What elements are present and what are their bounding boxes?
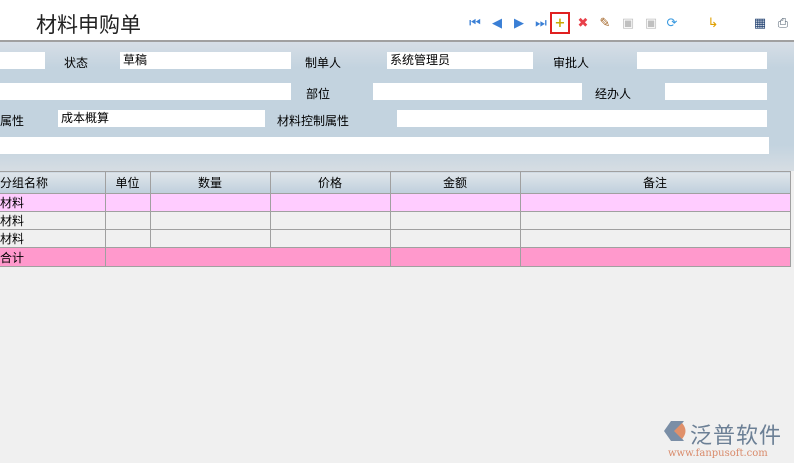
handler-field[interactable] [665,83,767,100]
material-control-label: 材料控制属性 [277,114,350,128]
table-cell[interactable] [269,229,391,248]
approver-field[interactable] [637,52,767,69]
col-unit[interactable]: 单位 [104,171,151,194]
logo-name: 泛普软件 [690,424,783,449]
attr-field[interactable]: 成本概算 [58,110,265,127]
prev-record-icon[interactable]: ◀ [489,15,505,31]
table-cell[interactable] [149,193,271,212]
table-cell[interactable] [519,211,791,230]
field-unnamed-2[interactable] [0,83,291,100]
remark-field[interactable] [0,137,769,154]
fanpu-logo: 泛普软件 www.fanpusoft.com [662,418,781,459]
table-cell[interactable] [519,229,791,248]
table-cell[interactable] [269,211,391,230]
logo-url: www.fanpusoft.com [668,448,768,459]
refresh-icon[interactable]: ⟳ [664,15,680,31]
table-cell[interactable]: 材料 [0,193,106,212]
total-row: 合计 [0,247,791,267]
table-row[interactable]: 材料 [0,193,791,212]
field-unnamed-1[interactable] [0,52,45,69]
table-cell[interactable] [104,229,151,248]
unapprove-icon[interactable]: ▣ [643,15,659,31]
logo-icon [664,421,686,441]
delete-icon[interactable]: ✖ [575,15,591,31]
table-cell[interactable] [149,229,271,248]
form-panel: 状态 草稿 制单人 系统管理员 审批人 部位 经办人 属性 成本概算 材料控制属… [0,42,794,171]
total-remark [519,247,791,267]
handler-label: 经办人 [595,87,632,101]
col-price[interactable]: 价格 [269,171,391,194]
col-remark[interactable]: 备注 [519,171,791,194]
last-record-icon[interactable]: ⏭ [533,15,549,31]
col-group-name[interactable]: 分组名称 [0,171,106,194]
new-document-icon[interactable]: + [550,12,570,34]
print-icon[interactable]: ⎙ [775,15,791,31]
table-cell[interactable] [104,193,151,212]
table-cell[interactable]: 材料 [0,211,106,230]
total-cell [104,247,391,267]
detail-table: 分组名称 单位 数量 价格 金额 备注 材料 材料 材料 合计 [0,171,791,267]
table-row[interactable]: 材料 [0,211,791,230]
table-cell[interactable] [389,229,521,248]
creator-field[interactable]: 系统管理员 [387,52,533,69]
table-row[interactable]: 材料 [0,229,791,248]
col-quantity[interactable]: 数量 [149,171,271,194]
table-header: 分组名称 单位 数量 价格 金额 备注 [0,171,791,194]
part-label: 部位 [306,87,331,101]
export-icon[interactable]: ↳ [705,15,721,31]
total-label: 合计 [0,247,106,267]
table-cell[interactable]: 材料 [0,229,106,248]
page-title: 材料申购单 [36,13,141,37]
table-cell[interactable] [519,193,791,212]
table-cell[interactable] [389,193,521,212]
creator-label: 制单人 [305,56,342,70]
total-amount [389,247,521,267]
title-bar: 材料申购单 ⏮ ◀ ▶ ⏭ + ✖ ✎ ▣ ▣ ⟳ ↳ ▦ ⎙ [0,0,794,42]
table-cell[interactable] [389,211,521,230]
status-field[interactable]: 草稿 [120,52,291,69]
material-control-field[interactable] [397,110,767,127]
table-cell[interactable] [149,211,271,230]
report-icon[interactable]: ▦ [752,15,768,31]
table-cell[interactable] [104,211,151,230]
table-cell[interactable] [269,193,391,212]
col-amount[interactable]: 金额 [389,171,521,194]
approve-icon[interactable]: ▣ [620,15,636,31]
first-record-icon[interactable]: ⏮ [467,15,483,31]
status-label: 状态 [64,56,89,70]
part-field[interactable] [373,83,582,100]
next-record-icon[interactable]: ▶ [511,15,527,31]
attr-label: 属性 [0,114,25,128]
edit-icon[interactable]: ✎ [597,15,613,31]
approver-label: 审批人 [553,56,590,70]
